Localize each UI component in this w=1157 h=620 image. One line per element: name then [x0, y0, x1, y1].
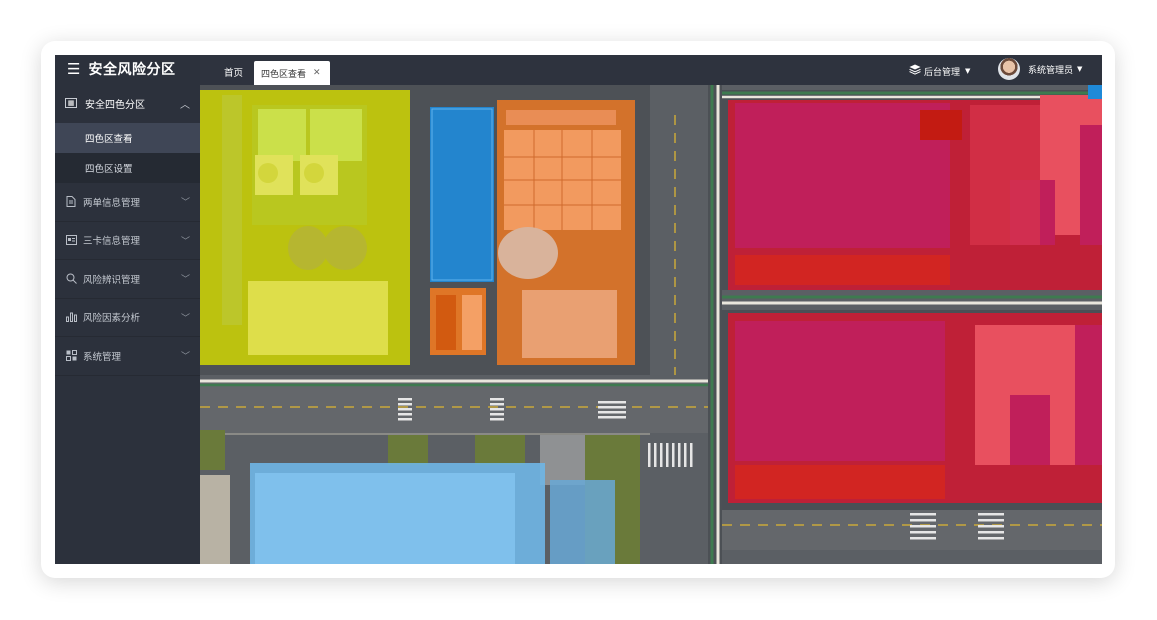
- id-card-icon: [65, 234, 77, 246]
- top-bar: 首页 四色区查看 ✕ 后台管理 ▼ 系统管理员 ▼: [200, 55, 1102, 85]
- sidebar-item-three-cards[interactable]: 三卡信息管理 ﹀: [55, 222, 200, 260]
- zone-blue[interactable]: [430, 107, 494, 282]
- menu-toggle-icon[interactable]: ☰: [67, 60, 80, 78]
- admin-menu[interactable]: 后台管理 ▼: [909, 64, 970, 78]
- user-name: 系统管理员: [1028, 65, 1074, 76]
- chevron-down-icon: ﹀: [180, 236, 190, 247]
- sidebar-item-label: 系统管理: [83, 351, 122, 363]
- app-window: ☰ 安全风险分区 ▦ 安全四色分区 ︿ 四色区查看 四色区设置 两单信息管理 ﹀…: [55, 55, 1102, 564]
- sidebar-item-risk-identification[interactable]: 风险辨识管理 ﹀: [55, 260, 200, 299]
- sidebar-subitem-four-color-settings[interactable]: 四色区设置: [55, 153, 200, 183]
- document-icon: [65, 196, 77, 208]
- sidebar: ☰ 安全风险分区 ▦ 安全四色分区 ︿ 四色区查看 四色区设置 两单信息管理 ﹀…: [55, 55, 200, 564]
- chevron-down-icon: ﹀: [180, 275, 190, 286]
- zone-red-lower[interactable]: [728, 313, 1102, 503]
- sidebar-item-risk-factor-analysis[interactable]: 风险因素分析 ﹀: [55, 299, 200, 337]
- sidebar-subitem-label: 四色区查看: [85, 134, 133, 145]
- layers-icon: [909, 64, 921, 78]
- sidebar-subitem-label: 四色区设置: [85, 164, 133, 175]
- site-map: [200, 85, 1102, 564]
- chevron-down-icon: ﹀: [180, 352, 190, 363]
- close-icon[interactable]: ✕: [313, 68, 321, 78]
- sidebar-subitem-four-color-view[interactable]: 四色区查看: [55, 123, 200, 153]
- caret-down-icon: ▼: [1077, 65, 1083, 73]
- sidebar-item-two-lists[interactable]: 两单信息管理 ﹀: [55, 183, 200, 222]
- sidebar-item-system-management[interactable]: 系统管理 ﹀: [55, 337, 200, 376]
- tab-four-color-view[interactable]: 四色区查看 ✕: [254, 61, 330, 85]
- brand-bar: ☰ 安全风险分区: [55, 55, 200, 83]
- sidebar-item-label: 风险因素分析: [83, 313, 141, 325]
- sidebar-item-label: 风险辨识管理: [83, 274, 141, 286]
- tab-home[interactable]: 首页: [224, 65, 243, 79]
- avatar: [998, 58, 1020, 80]
- admin-label: 后台管理: [924, 67, 961, 78]
- chevron-down-icon: ﹀: [180, 198, 190, 209]
- map-view[interactable]: [200, 85, 1102, 564]
- bar-chart-icon: [65, 311, 77, 323]
- zone-yellow[interactable]: [200, 90, 410, 365]
- sidebar-group-label: 安全四色分区: [85, 99, 145, 111]
- sidebar-item-label: 三卡信息管理: [83, 236, 141, 248]
- sidebar-group-four-color[interactable]: ▦ 安全四色分区 ︿: [55, 83, 200, 123]
- caret-down-icon: ▼: [965, 67, 971, 75]
- app-title: 安全风险分区: [88, 62, 176, 78]
- zone-red-upper[interactable]: [728, 85, 1102, 290]
- sidebar-item-label: 两单信息管理: [83, 197, 141, 209]
- user-menu[interactable]: 系统管理员 ▼: [998, 58, 1082, 80]
- search-icon: [65, 273, 77, 285]
- tab-label: 四色区查看: [261, 69, 307, 80]
- chevron-down-icon: ﹀: [180, 313, 190, 324]
- grid-icon: ▦: [65, 98, 77, 108]
- settings-icon: [65, 350, 77, 362]
- chevron-up-icon: ︿: [180, 99, 190, 111]
